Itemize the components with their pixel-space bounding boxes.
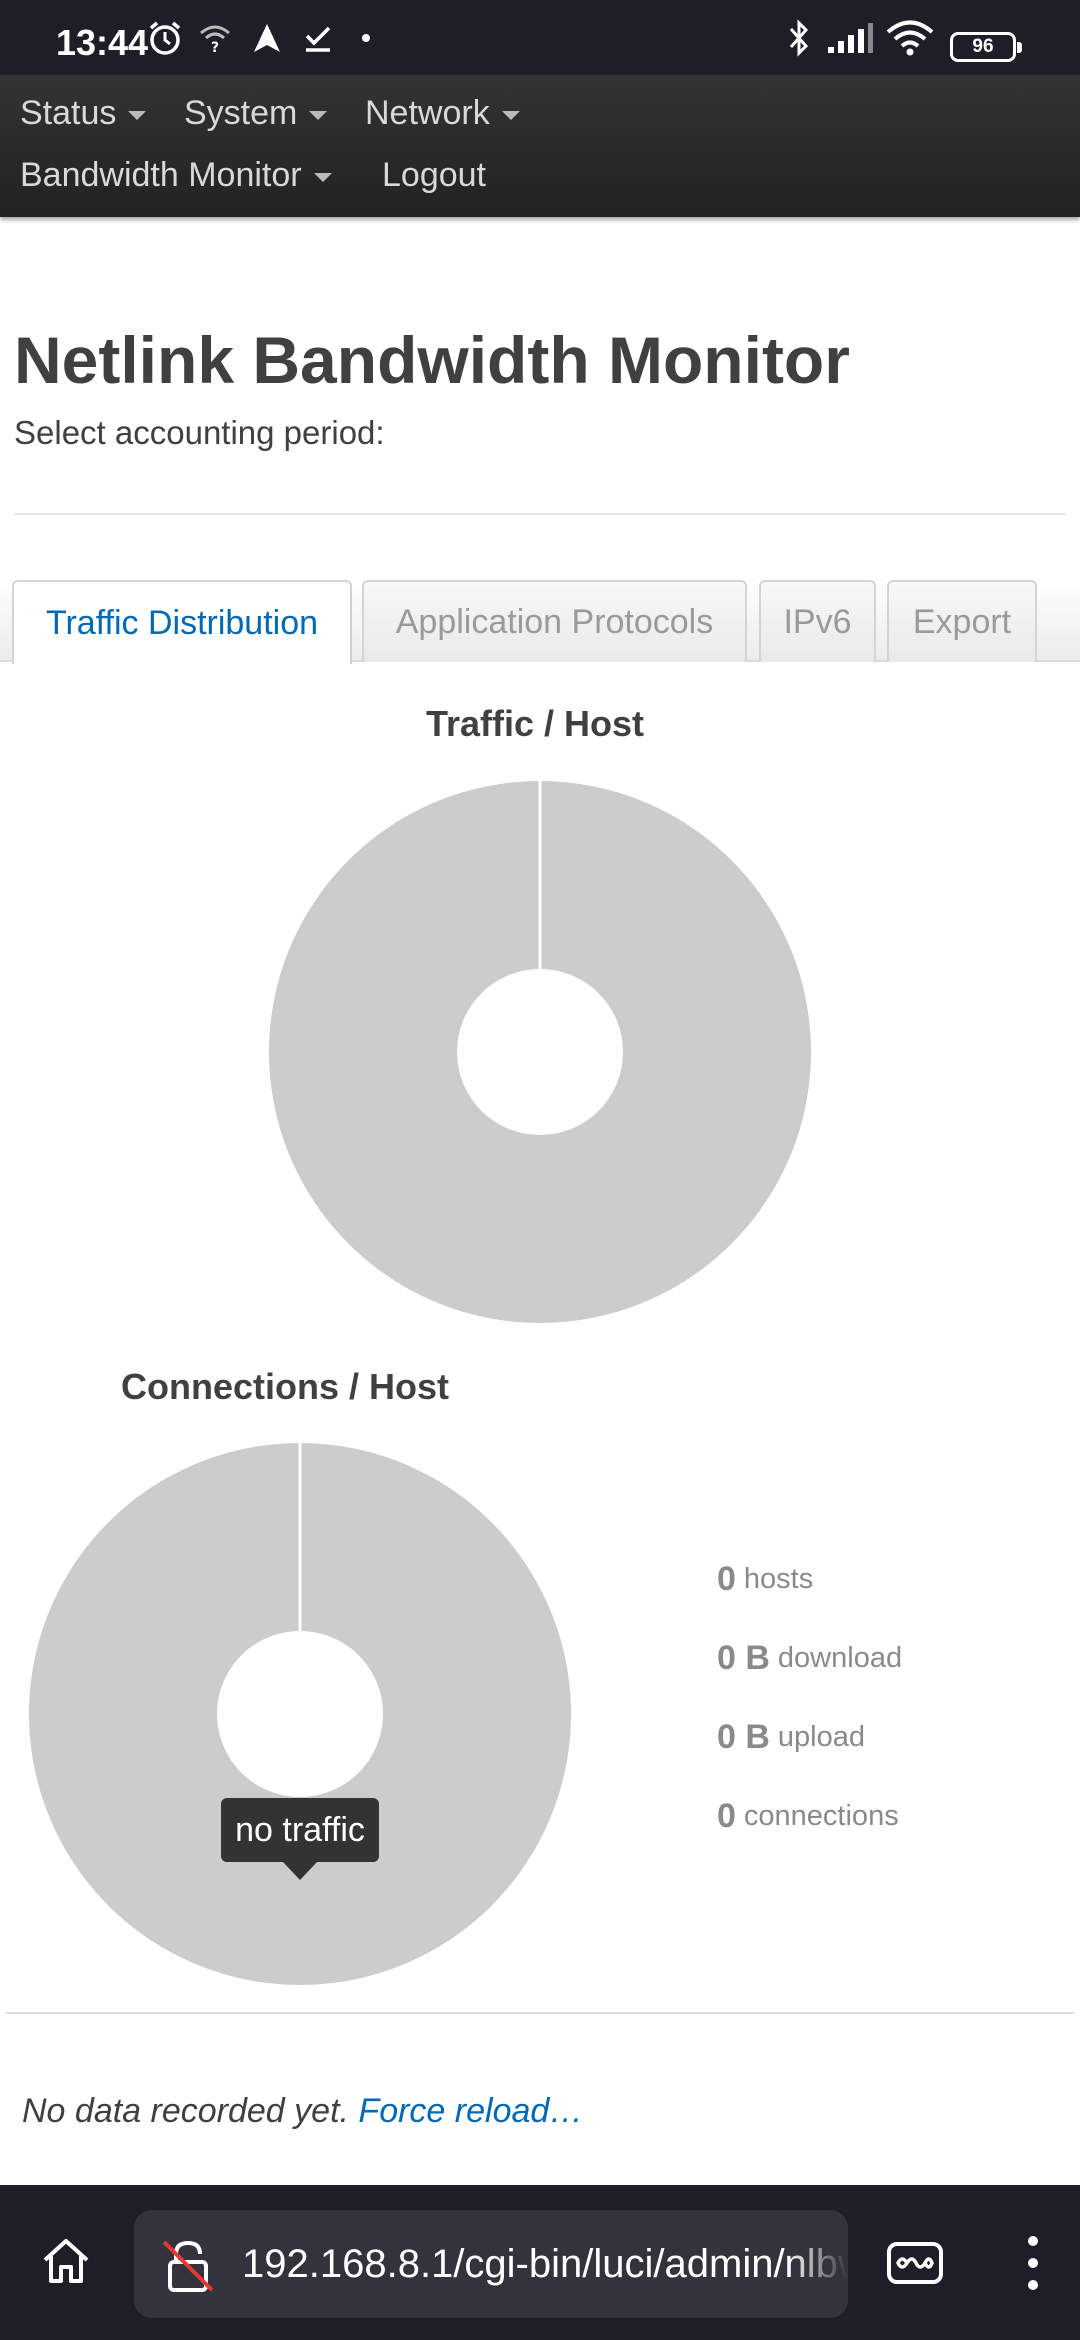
download-check-icon	[302, 20, 334, 56]
tab-traffic-distribution[interactable]: Traffic Distribution	[12, 580, 352, 664]
url-text[interactable]: 192.168.8.1/cgi-bin/luci/admin/nlbw/disp…	[242, 2210, 848, 2318]
no-data-text: No data recorded yet.	[22, 2092, 349, 2130]
nav-status-label: Status	[20, 93, 117, 132]
alarm-icon	[146, 20, 184, 56]
url-bar[interactable]: 192.168.8.1/cgi-bin/luci/admin/nlbw/disp…	[134, 2210, 848, 2318]
tab-ipv6[interactable]: IPv6	[759, 580, 876, 662]
nav-status[interactable]: Status	[20, 88, 147, 138]
traffic-host-chart-title: Traffic / Host	[426, 703, 645, 744]
nav-bandwidth-monitor-label: Bandwidth Monitor	[20, 155, 302, 194]
no-data-message: No data recorded yet. Force reload…	[22, 2092, 583, 2131]
tooltip-text: no traffic	[235, 1810, 365, 1849]
status-bar: 13:44 ? 96	[0, 0, 1080, 75]
wifi-icon	[886, 20, 934, 56]
caret-down-icon	[313, 172, 332, 182]
stat-hosts-value: 0	[717, 1560, 736, 1598]
svg-text:?: ?	[211, 40, 219, 55]
home-icon[interactable]	[36, 2226, 96, 2296]
tab-switcher-icon[interactable]	[884, 2232, 946, 2294]
traffic-host-donut-chart[interactable]	[268, 780, 812, 1324]
navigation-arrow-icon	[250, 20, 284, 56]
signal-icon	[826, 20, 874, 56]
accounting-period-label: Select accounting period:	[14, 414, 385, 451]
caret-down-icon	[501, 110, 520, 120]
nav-logout[interactable]: Logout	[382, 150, 486, 200]
divider	[6, 2012, 1074, 2014]
stat-hosts-label: hosts	[743, 1563, 814, 1595]
nav-logout-label: Logout	[382, 155, 486, 194]
page-title: Netlink Bandwidth Monitor	[14, 323, 850, 397]
caret-down-icon	[309, 110, 328, 120]
tab-export-label: Export	[912, 602, 1012, 641]
nav-system-label: System	[184, 93, 298, 132]
stat-connections-label: connections	[743, 1800, 899, 1832]
status-time: 13:44	[56, 22, 149, 63]
tab-application-protocols[interactable]: Application Protocols	[362, 580, 747, 662]
force-reload-link[interactable]: Force reload…	[358, 2092, 583, 2130]
stat-download: 0 Bdownload	[717, 1619, 902, 1698]
stat-upload-label: upload	[777, 1721, 866, 1753]
battery-icon: 96	[950, 32, 1022, 62]
nav-system[interactable]: System	[184, 88, 328, 138]
top-navbar: Status System Network Bandwidth Monitor …	[0, 75, 1080, 217]
divider	[14, 513, 1066, 515]
insecure-lock-icon[interactable]	[158, 2236, 218, 2296]
stat-download-value: 0 B	[717, 1639, 770, 1677]
stat-upload: 0 Bupload	[717, 1698, 902, 1777]
tab-traffic-distribution-label: Traffic Distribution	[45, 603, 319, 642]
chart-tooltip: no traffic	[221, 1798, 379, 1880]
url-fade	[788, 2210, 848, 2318]
stat-connections: 0 connections	[717, 1777, 902, 1856]
tab-ipv6-label: IPv6	[783, 602, 852, 641]
stat-upload-value: 0 B	[717, 1718, 770, 1756]
stat-hosts: 0 hosts	[717, 1540, 902, 1619]
nav-bandwidth-monitor[interactable]: Bandwidth Monitor	[20, 150, 332, 200]
tab-export[interactable]: Export	[887, 580, 1037, 662]
stat-connections-value: 0	[717, 1797, 736, 1835]
connections-host-donut-chart[interactable]	[28, 1442, 572, 1986]
nav-network-label: Network	[365, 93, 490, 132]
more-options-icon[interactable]	[1010, 2232, 1056, 2294]
wifi-question-icon: ?	[198, 20, 232, 56]
nav-network[interactable]: Network	[365, 88, 520, 138]
stats-summary: 0 hosts 0 Bdownload 0 Bupload 0 connection…	[717, 1540, 902, 1856]
bluetooth-icon	[784, 19, 814, 57]
stat-download-label: download	[777, 1642, 903, 1674]
dot-icon	[360, 20, 372, 56]
caret-down-icon	[128, 110, 147, 120]
tab-application-protocols-label: Application Protocols	[395, 602, 714, 641]
connections-host-chart-title: Connections / Host	[121, 1366, 450, 1407]
